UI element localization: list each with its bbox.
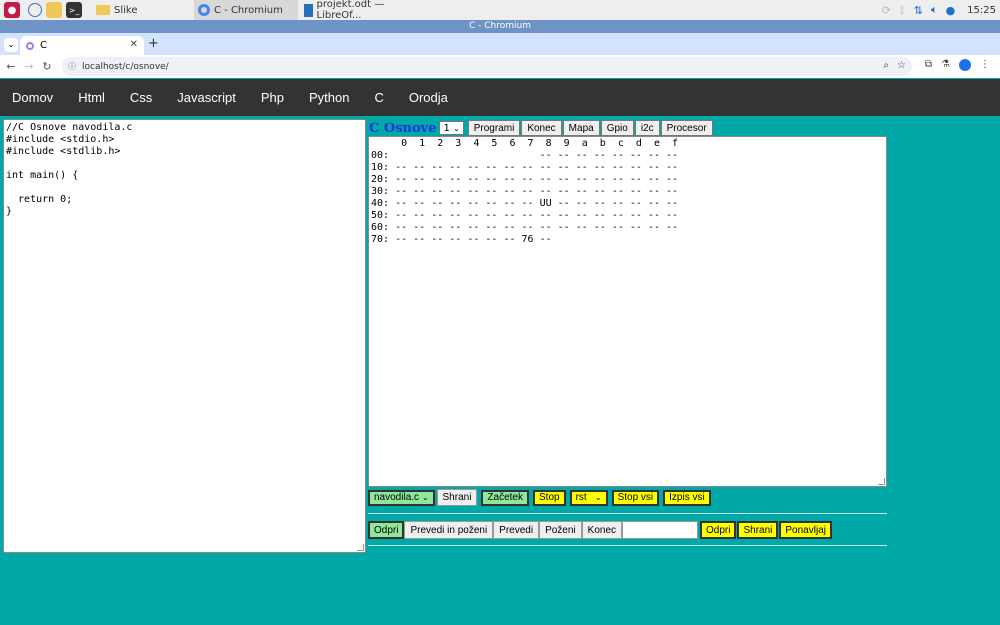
stop-vsi-button[interactable]: Stop vsi [611,489,660,506]
zoom-icon[interactable]: ⌕ [883,60,889,71]
profile-avatar[interactable] [959,59,971,71]
nav-html[interactable]: Html [78,90,105,105]
code-editor[interactable]: //C Osnove navodila.c #include <stdio.h>… [3,119,366,553]
close-tab-icon[interactable]: ✕ [130,39,138,50]
bookmark-star-icon[interactable]: ☆ [897,60,906,71]
tab-search-button[interactable]: ⌄ [4,38,18,52]
site-nav: Domov Html Css Javascript Php Python C O… [0,79,1000,116]
raspberry-menu-icon[interactable]: ● [4,2,20,18]
chevron-down-icon: ⌄ [453,123,460,133]
menu-icon[interactable]: ⋮ [980,59,990,71]
chromium-icon [198,4,210,16]
bluetooth-icon[interactable]: ᛒ [899,4,906,17]
mapa-button[interactable]: Mapa [562,120,600,136]
nav-python[interactable]: Python [309,90,349,105]
procesor-button[interactable]: Procesor [660,120,713,136]
odpri-button[interactable]: Odpri [368,521,405,539]
taskbar-task-libreoffice[interactable]: projekt.odt — LibreOf... [300,0,406,21]
rst-select[interactable]: rst ⌄ [569,489,608,506]
divider [368,513,887,514]
file-manager-icon[interactable] [46,2,62,18]
gpio-button[interactable]: Gpio [600,120,634,136]
compile-controls: Odpri Prevedi in poženi Prevedi Poženi K… [368,521,832,539]
site-info-icon[interactable]: ⓘ [68,61,76,72]
izpis-vsi-button[interactable]: Izpis vsi [663,489,711,506]
page-title: C Osnove [369,120,437,136]
file-select[interactable]: navodila.c ⌄ [368,489,435,506]
output-text: 0 1 2 3 4 5 6 7 8 9 a b c d e f 00: -- -… [371,138,679,245]
terminal-icon[interactable]: >_ [66,2,82,18]
extensions-icon[interactable]: ⧉ [925,59,932,71]
nav-javascript[interactable]: Javascript [177,90,236,105]
odpri-file-button[interactable]: Odpri [700,521,737,539]
taskbar-task-slike[interactable]: Slike [92,0,192,20]
clock: 15:25 [967,4,996,16]
address-bar-row: ← → ↻ ⓘ localhost/c/osnove/ ⌕ ☆ ⧉ ⚗ ⋮ [0,55,1000,78]
folder-icon [96,5,110,15]
nav-orodja[interactable]: Orodja [409,90,448,105]
panel-header: C Osnove 1 ⌄ Programi Konec Mapa Gpio i2… [369,120,713,136]
nav-c[interactable]: C [374,90,383,105]
prevedi-in-pozeni-button[interactable]: Prevedi in poženi [404,521,494,539]
document-icon [304,3,313,17]
output-area[interactable]: 0 1 2 3 4 5 6 7 8 9 a b c d e f 00: -- -… [368,136,887,487]
chevron-down-icon: ⌄ [594,493,602,502]
labs-icon[interactable]: ⚗ [941,59,950,71]
url-text: localhost/c/osnove/ [82,61,169,72]
sync-icon[interactable]: ⟳ [882,4,891,17]
back-button[interactable]: ← [2,60,20,73]
browser-tabstrip: ⌄ C ✕ + [0,33,1000,55]
prevedi-button[interactable]: Prevedi [493,521,540,539]
shrani-file-button[interactable]: Shrani [737,521,779,539]
ponavljaj-button[interactable]: Ponavljaj [779,521,832,539]
resize-handle-icon[interactable] [878,478,885,485]
taskbar-task-chromium[interactable]: C - Chromium [194,0,298,20]
konec-run-button[interactable]: Konec [581,521,623,539]
microphone-icon[interactable]: ● [946,4,956,17]
volume-icon[interactable]: 🔈︎ [931,3,938,17]
system-tray: ⟳ ᛒ ⇅ 🔈︎ ● 15:25 [882,0,996,20]
nav-domov[interactable]: Domov [12,90,53,105]
browser-tab[interactable]: C ✕ [20,36,144,55]
browser-launcher-icon[interactable] [28,3,42,17]
resize-handle-icon[interactable] [357,544,364,551]
stop-button[interactable]: Stop [533,489,566,506]
url-field[interactable]: ⓘ localhost/c/osnove/ ⌕ ☆ [62,57,912,76]
pozeni-button[interactable]: Poženi [539,521,582,539]
new-tab-button[interactable]: + [148,36,159,51]
code-text: //C Osnove navodila.c #include <stdio.h>… [6,122,133,217]
network-icon[interactable]: ⇅ [914,4,923,17]
reload-button[interactable]: ↻ [38,60,56,73]
divider [368,545,887,546]
i2c-button[interactable]: i2c [634,120,660,136]
programi-button[interactable]: Programi [467,120,521,136]
number-select[interactable]: 1 ⌄ [439,121,464,135]
nav-css[interactable]: Css [130,90,152,105]
run-controls: navodila.c ⌄ Shrani Začetek Stop rst ⌄ St… [368,489,711,506]
os-taskbar: ● >_ Slike C - Chromium projekt.odt — Li… [0,0,1000,21]
konec-button[interactable]: Konec [521,120,562,136]
window-title: C - Chromium [0,20,1000,33]
shrani-button[interactable]: Shrani [436,489,478,506]
nav-php[interactable]: Php [261,90,284,105]
favicon-icon [26,41,34,50]
filename-input[interactable] [622,521,699,539]
zacetek-button[interactable]: Začetek [481,489,529,506]
forward-button[interactable]: → [20,60,38,73]
chevron-down-icon: ⌄ [421,493,429,502]
